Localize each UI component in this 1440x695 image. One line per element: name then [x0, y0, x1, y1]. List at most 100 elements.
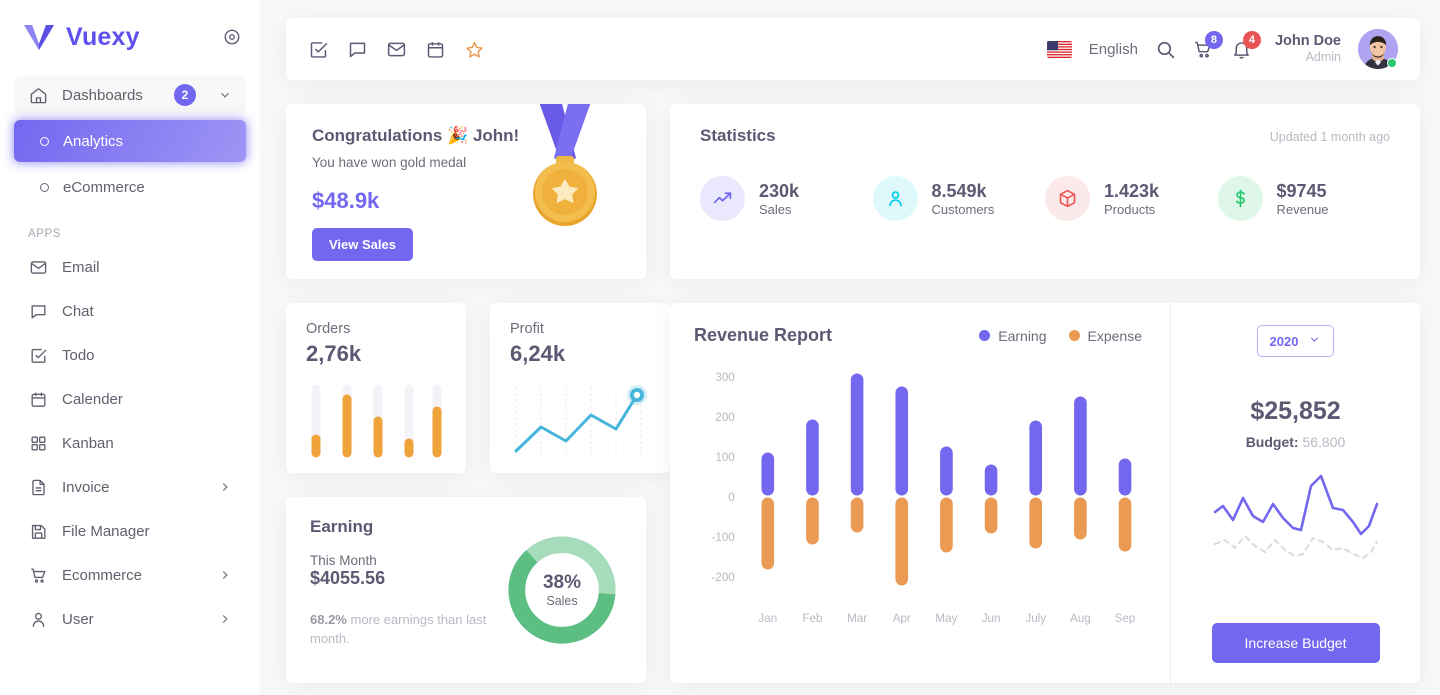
sidebar-item-label: Ecommerce	[62, 566, 143, 584]
check-square-icon[interactable]	[308, 39, 329, 60]
language-label[interactable]: English	[1089, 41, 1138, 58]
brand[interactable]: Vuexy	[0, 0, 260, 70]
donut-sublabel: Sales	[546, 594, 578, 608]
sidebar-item-label: Kanban	[62, 434, 114, 452]
sidebar-item-label: Chat	[62, 302, 94, 320]
sidebar-item-analytics[interactable]: Analytics	[14, 120, 246, 162]
orders-title: Orders	[306, 321, 351, 337]
sidebar-item-label: File Manager	[62, 522, 150, 540]
stat-value: 230k	[759, 180, 800, 201]
notification-badge: 4	[1242, 30, 1261, 49]
chevron-right-icon	[218, 480, 232, 494]
view-sales-button[interactable]: View Sales	[312, 228, 413, 261]
chevron-down-icon	[1308, 333, 1321, 349]
svg-text:100: 100	[715, 450, 735, 464]
main-content: English 8 4 John Doe Admin Congratulatio…	[260, 0, 1440, 695]
earning-amount: $4055.56	[310, 568, 386, 588]
user-name: John Doe	[1274, 33, 1341, 50]
pin-icon[interactable]	[222, 27, 242, 47]
stat-value: $9745	[1276, 180, 1327, 201]
check-square-icon	[28, 345, 48, 365]
chevron-right-icon	[218, 612, 232, 626]
us-flag-icon[interactable]	[1046, 40, 1072, 58]
avatar[interactable]	[1358, 29, 1398, 69]
gold-medal-icon	[512, 104, 618, 246]
sidebar-item-label: Analytics	[63, 132, 124, 150]
revenue-legend: Earning Expense	[979, 328, 1142, 344]
svg-text:200: 200	[715, 410, 735, 424]
budget-sparkline	[1211, 470, 1381, 565]
sidebar-item-user[interactable]: User	[14, 600, 246, 638]
sidebar-item-dashboards[interactable]: Dashboards 2	[14, 76, 246, 114]
search-icon[interactable]	[1155, 39, 1176, 60]
svg-text:-100: -100	[711, 530, 735, 544]
stat-label: Sales	[759, 202, 792, 218]
legend-earning: Earning	[979, 328, 1047, 344]
user-meta[interactable]: John Doe Admin	[1275, 32, 1341, 66]
year-select[interactable]: 2020	[1256, 325, 1335, 357]
earning-note: 68.2% more earnings than last month.	[310, 611, 500, 649]
small-cards-row: Orders 2,76k Profit 6,24k	[286, 303, 670, 473]
increase-budget-button[interactable]: Increase Budget	[1211, 623, 1380, 663]
calendar-icon[interactable]	[425, 39, 446, 60]
sidebar-section-apps: APPS	[28, 228, 62, 240]
user-role: Admin	[1305, 50, 1341, 65]
sidebar-item-ecommerce-dash[interactable]: eCommerce	[14, 168, 246, 206]
sidebar-item-file-manager[interactable]: File Manager	[14, 512, 246, 550]
revenue-title: Revenue Report	[694, 325, 833, 345]
stat-sales: 230k Sales	[700, 176, 873, 221]
cart-icon[interactable]: 8	[1193, 30, 1223, 60]
cart-badge: 8	[1204, 30, 1223, 49]
stat-customers: 8.549k Customers	[872, 176, 1046, 221]
sidebar-item-label: Invoice	[62, 478, 110, 496]
sidebar-item-email[interactable]: Email	[14, 248, 246, 286]
save-icon	[28, 521, 48, 541]
left-column: Congratulations 🎉 John! You have won gol…	[286, 104, 670, 683]
sidebar-item-invoice[interactable]: Invoice	[14, 468, 246, 506]
brand-name: Vuexy	[66, 22, 140, 51]
star-icon[interactable]	[464, 39, 485, 60]
revenue-bar-chart: 300 200 100 0 -100 -200 Jan Feb Mar Apr …	[694, 346, 1160, 647]
stat-products: 1.423k Products	[1045, 176, 1218, 221]
svg-text:Mar: Mar	[847, 611, 867, 625]
profit-chart	[510, 381, 650, 465]
dashboard-grid: Congratulations 🎉 John! You have won gol…	[286, 104, 1420, 683]
sidebar-item-ecommerce[interactable]: Ecommerce	[14, 556, 246, 594]
earning-title: Earning	[310, 517, 374, 536]
navbar-right: English 8 4 John Doe Admin	[1046, 29, 1398, 69]
revenue-report-card: Revenue Report Earning Expense 300 200 1…	[670, 303, 1420, 683]
sidebar-nav: Dashboards 2 Analytics eCommerce APPS Em…	[0, 70, 260, 644]
svg-text:Sep: Sep	[1115, 611, 1136, 625]
stat-text: 8.549k Customers	[932, 180, 995, 218]
sidebar: Vuexy Dashboards 2 Analytics eCommerce A…	[0, 0, 260, 695]
svg-text:July: July	[1025, 611, 1046, 625]
profit-card: Profit 6,24k	[490, 303, 670, 473]
svg-text:-200: -200	[711, 570, 735, 584]
grid-icon	[28, 433, 48, 453]
chat-icon	[28, 301, 48, 321]
svg-text:Jun: Jun	[982, 611, 1001, 625]
sidebar-item-label: User	[62, 610, 94, 628]
sidebar-item-label: Dashboards	[62, 86, 143, 104]
legend-label: Expense	[1087, 327, 1142, 344]
svg-text:Aug: Aug	[1070, 611, 1091, 625]
sidebar-item-calender[interactable]: Calender	[14, 380, 246, 418]
sidebar-item-todo[interactable]: Todo	[14, 336, 246, 374]
status-badge	[1387, 58, 1397, 68]
svg-text:Feb: Feb	[802, 611, 822, 625]
bell-icon[interactable]: 4	[1231, 30, 1261, 60]
sidebar-item-label: Email	[62, 258, 100, 276]
dashboards-badge: 2	[174, 84, 196, 106]
statistics-card: Statistics Updated 1 month ago 230k Sale…	[670, 104, 1420, 279]
chat-icon[interactable]	[347, 39, 368, 60]
file-text-icon	[28, 477, 48, 497]
orders-card: Orders 2,76k	[286, 303, 466, 473]
earning-card: Earning This Month $4055.56 68.2% more e…	[286, 497, 646, 683]
budget-label: Budget:	[1245, 434, 1299, 450]
sidebar-item-kanban[interactable]: Kanban	[14, 424, 246, 462]
donut-center: 38% Sales	[502, 572, 622, 608]
mail-icon[interactable]	[386, 39, 407, 60]
budget-amount: $25,852	[1250, 397, 1341, 425]
stat-text: 230k Sales	[759, 180, 799, 218]
sidebar-item-chat[interactable]: Chat	[14, 292, 246, 330]
